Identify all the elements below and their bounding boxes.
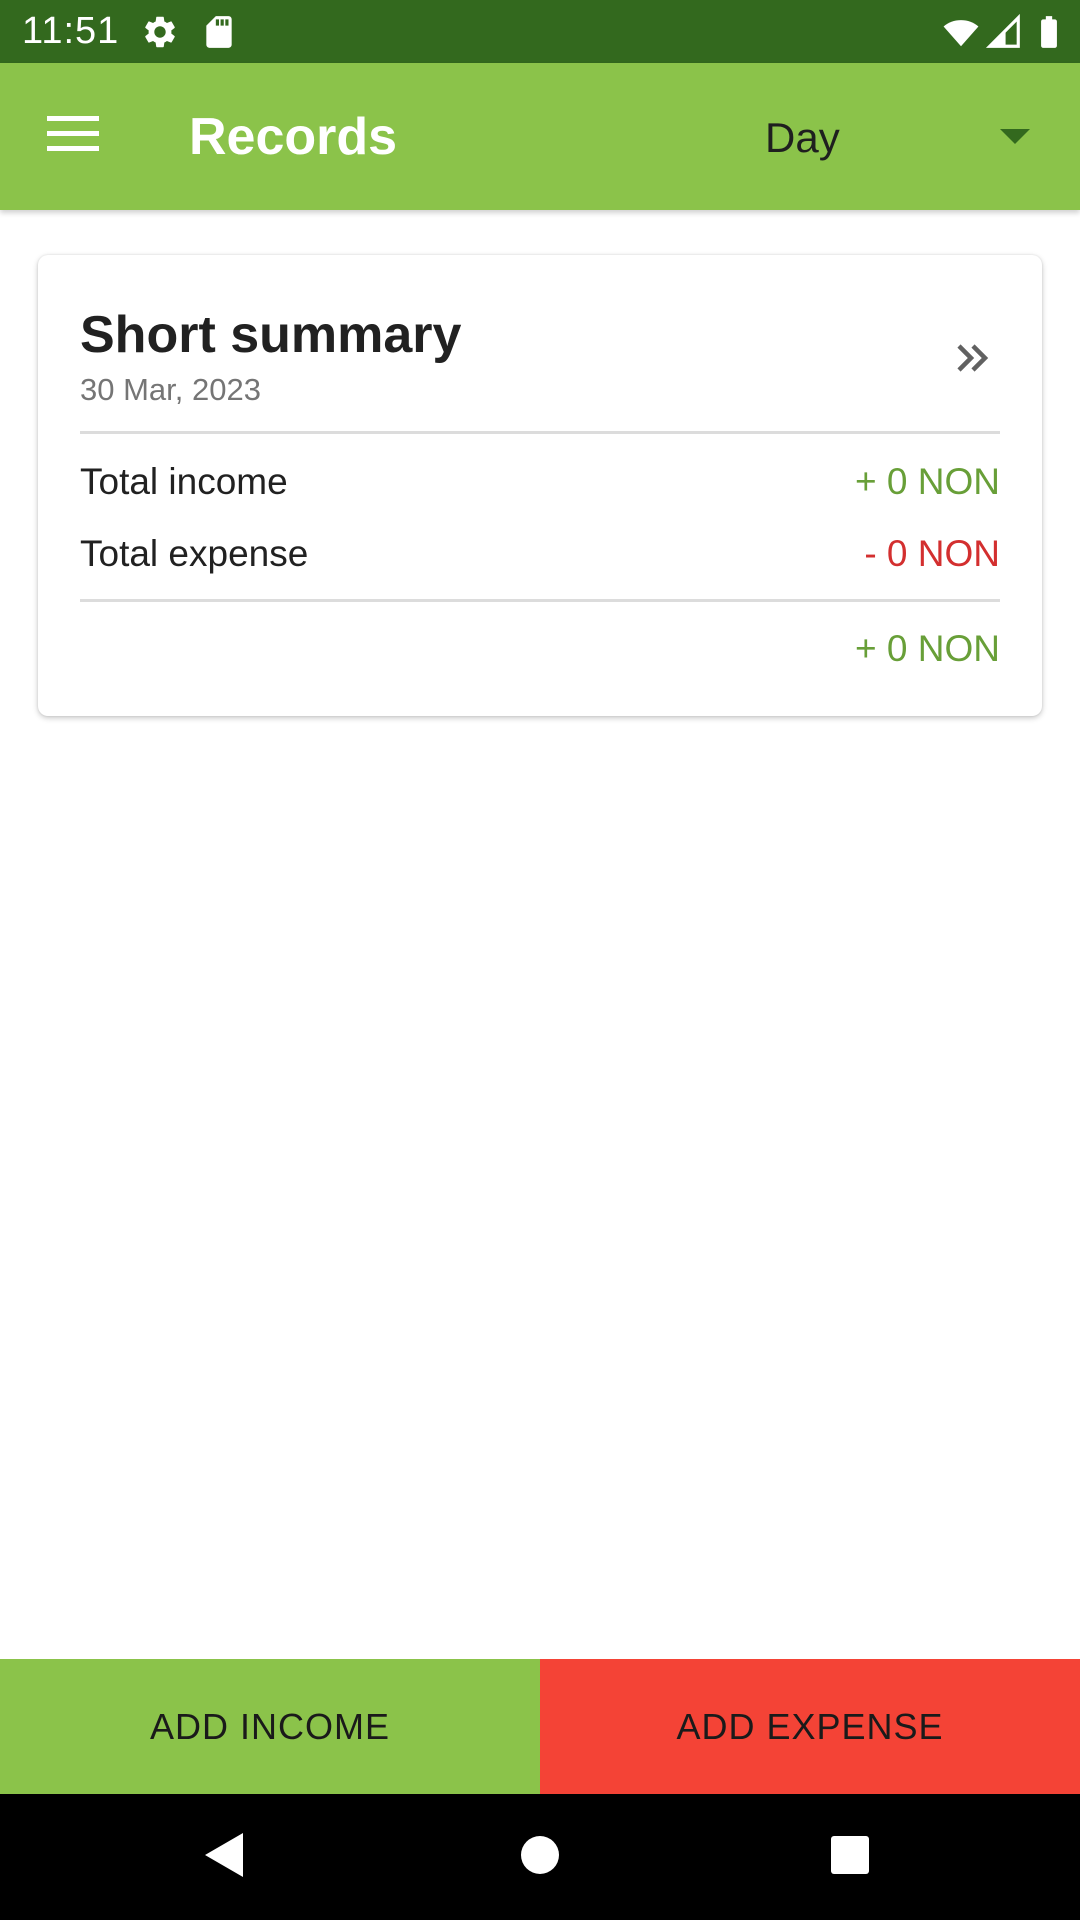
summary-divider-top — [80, 431, 1000, 434]
recents-icon — [830, 1835, 870, 1880]
back-button[interactable] — [188, 1820, 262, 1894]
total-expense-label: Total expense — [80, 533, 309, 574]
double-chevron-right-icon — [953, 338, 993, 383]
home-button[interactable] — [503, 1820, 577, 1894]
summary-date: 30 Mar, 2023 — [80, 372, 261, 407]
back-icon — [203, 1831, 247, 1884]
page-title: Records — [189, 108, 398, 166]
summary-card: Short summary 30 Mar, 2023 Total income … — [38, 255, 1042, 716]
total-income-value: + 0 NON — [855, 461, 1000, 502]
dropdown-arrow-icon — [1000, 129, 1030, 145]
settings-icon — [141, 13, 179, 51]
status-time: 11:51 — [22, 10, 120, 52]
add-income-button[interactable]: ADD INCOME — [0, 1659, 540, 1794]
summary-details-button[interactable] — [938, 325, 1008, 395]
summary-title: Short summary — [80, 306, 462, 364]
period-selected-value: Day — [765, 114, 840, 161]
total-expense-value: - 0 NON — [864, 533, 1000, 574]
add-expense-button[interactable]: ADD EXPENSE — [540, 1659, 1080, 1794]
summary-divider-bottom — [80, 599, 1000, 602]
total-income-label: Total income — [80, 461, 288, 502]
status-bar: 11:51 — [0, 0, 1080, 63]
battery-icon — [1030, 13, 1068, 51]
home-icon — [520, 1835, 560, 1880]
menu-icon — [47, 114, 99, 159]
menu-button[interactable] — [28, 91, 118, 181]
navigation-bar — [0, 1794, 1080, 1920]
recents-button[interactable] — [813, 1820, 887, 1894]
balance-value: + 0 NON — [855, 628, 1000, 669]
app-bar: Records Day — [0, 63, 1080, 210]
wifi-icon — [942, 13, 980, 51]
signal-icon — [985, 13, 1023, 51]
sd-card-icon — [200, 13, 238, 51]
period-dropdown[interactable]: Day — [740, 93, 1060, 181]
action-bar: ADD INCOME ADD EXPENSE — [0, 1659, 1080, 1794]
